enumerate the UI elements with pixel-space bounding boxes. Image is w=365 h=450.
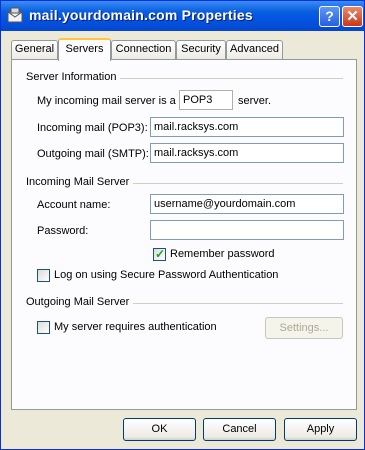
incoming-server-heading: Incoming Mail Server (26, 176, 134, 188)
incoming-mail-input[interactable]: mail.racksys.com (150, 117, 344, 137)
incoming-mail-label: Incoming mail (POP3): (37, 122, 148, 134)
close-icon: ✕ (346, 8, 359, 25)
mail-account-icon (7, 7, 23, 23)
server-type-value: POP3 (179, 90, 233, 110)
tab-general[interactable]: General (11, 40, 58, 59)
properties-dialog: mail.yourdomain.com Properties ? ✕ Gener… (0, 0, 365, 450)
account-name-label: Account name: (37, 199, 111, 211)
cancel-button[interactable]: Cancel (203, 418, 276, 441)
spa-checkbox[interactable] (37, 269, 50, 282)
outgoing-mail-input[interactable]: mail.racksys.com (150, 143, 344, 163)
checkmark-icon: ✓ (155, 247, 166, 261)
requires-auth-label[interactable]: My server requires authentication (54, 321, 217, 333)
window-title: mail.yourdomain.com Properties (29, 7, 253, 23)
apply-button[interactable]: Apply (284, 418, 357, 441)
password-input[interactable] (150, 220, 344, 240)
password-label: Password: (37, 225, 89, 237)
tab-security[interactable]: Security (176, 40, 226, 59)
remember-password-label[interactable]: Remember password (170, 248, 275, 260)
account-name-input[interactable]: username@yourdomain.com (150, 194, 344, 214)
question-mark-icon: ? (325, 8, 334, 24)
remember-password-checkbox[interactable]: ✓ (153, 247, 166, 261)
server-info-heading: Server Information (26, 71, 121, 83)
settings-button[interactable]: Settings... (265, 317, 343, 339)
requires-auth-checkbox[interactable] (37, 321, 50, 334)
servers-panel: Server Information My incoming mail serv… (11, 59, 357, 410)
title-bar[interactable]: mail.yourdomain.com Properties ? ✕ (1, 1, 364, 31)
server-type-suffix: server. (238, 95, 272, 107)
help-button[interactable]: ? (319, 6, 340, 27)
tab-servers[interactable]: Servers (58, 38, 111, 61)
outgoing-mail-label: Outgoing mail (SMTP): (37, 148, 149, 160)
close-button[interactable]: ✕ (342, 6, 363, 27)
server-type-prefix: My incoming mail server is a (37, 95, 176, 107)
outgoing-server-heading: Outgoing Mail Server (26, 296, 134, 308)
tab-advanced[interactable]: Advanced (226, 40, 283, 59)
spa-label[interactable]: Log on using Secure Password Authenticat… (54, 269, 278, 281)
ok-button[interactable]: OK (123, 418, 196, 441)
tab-connection[interactable]: Connection (111, 40, 176, 59)
